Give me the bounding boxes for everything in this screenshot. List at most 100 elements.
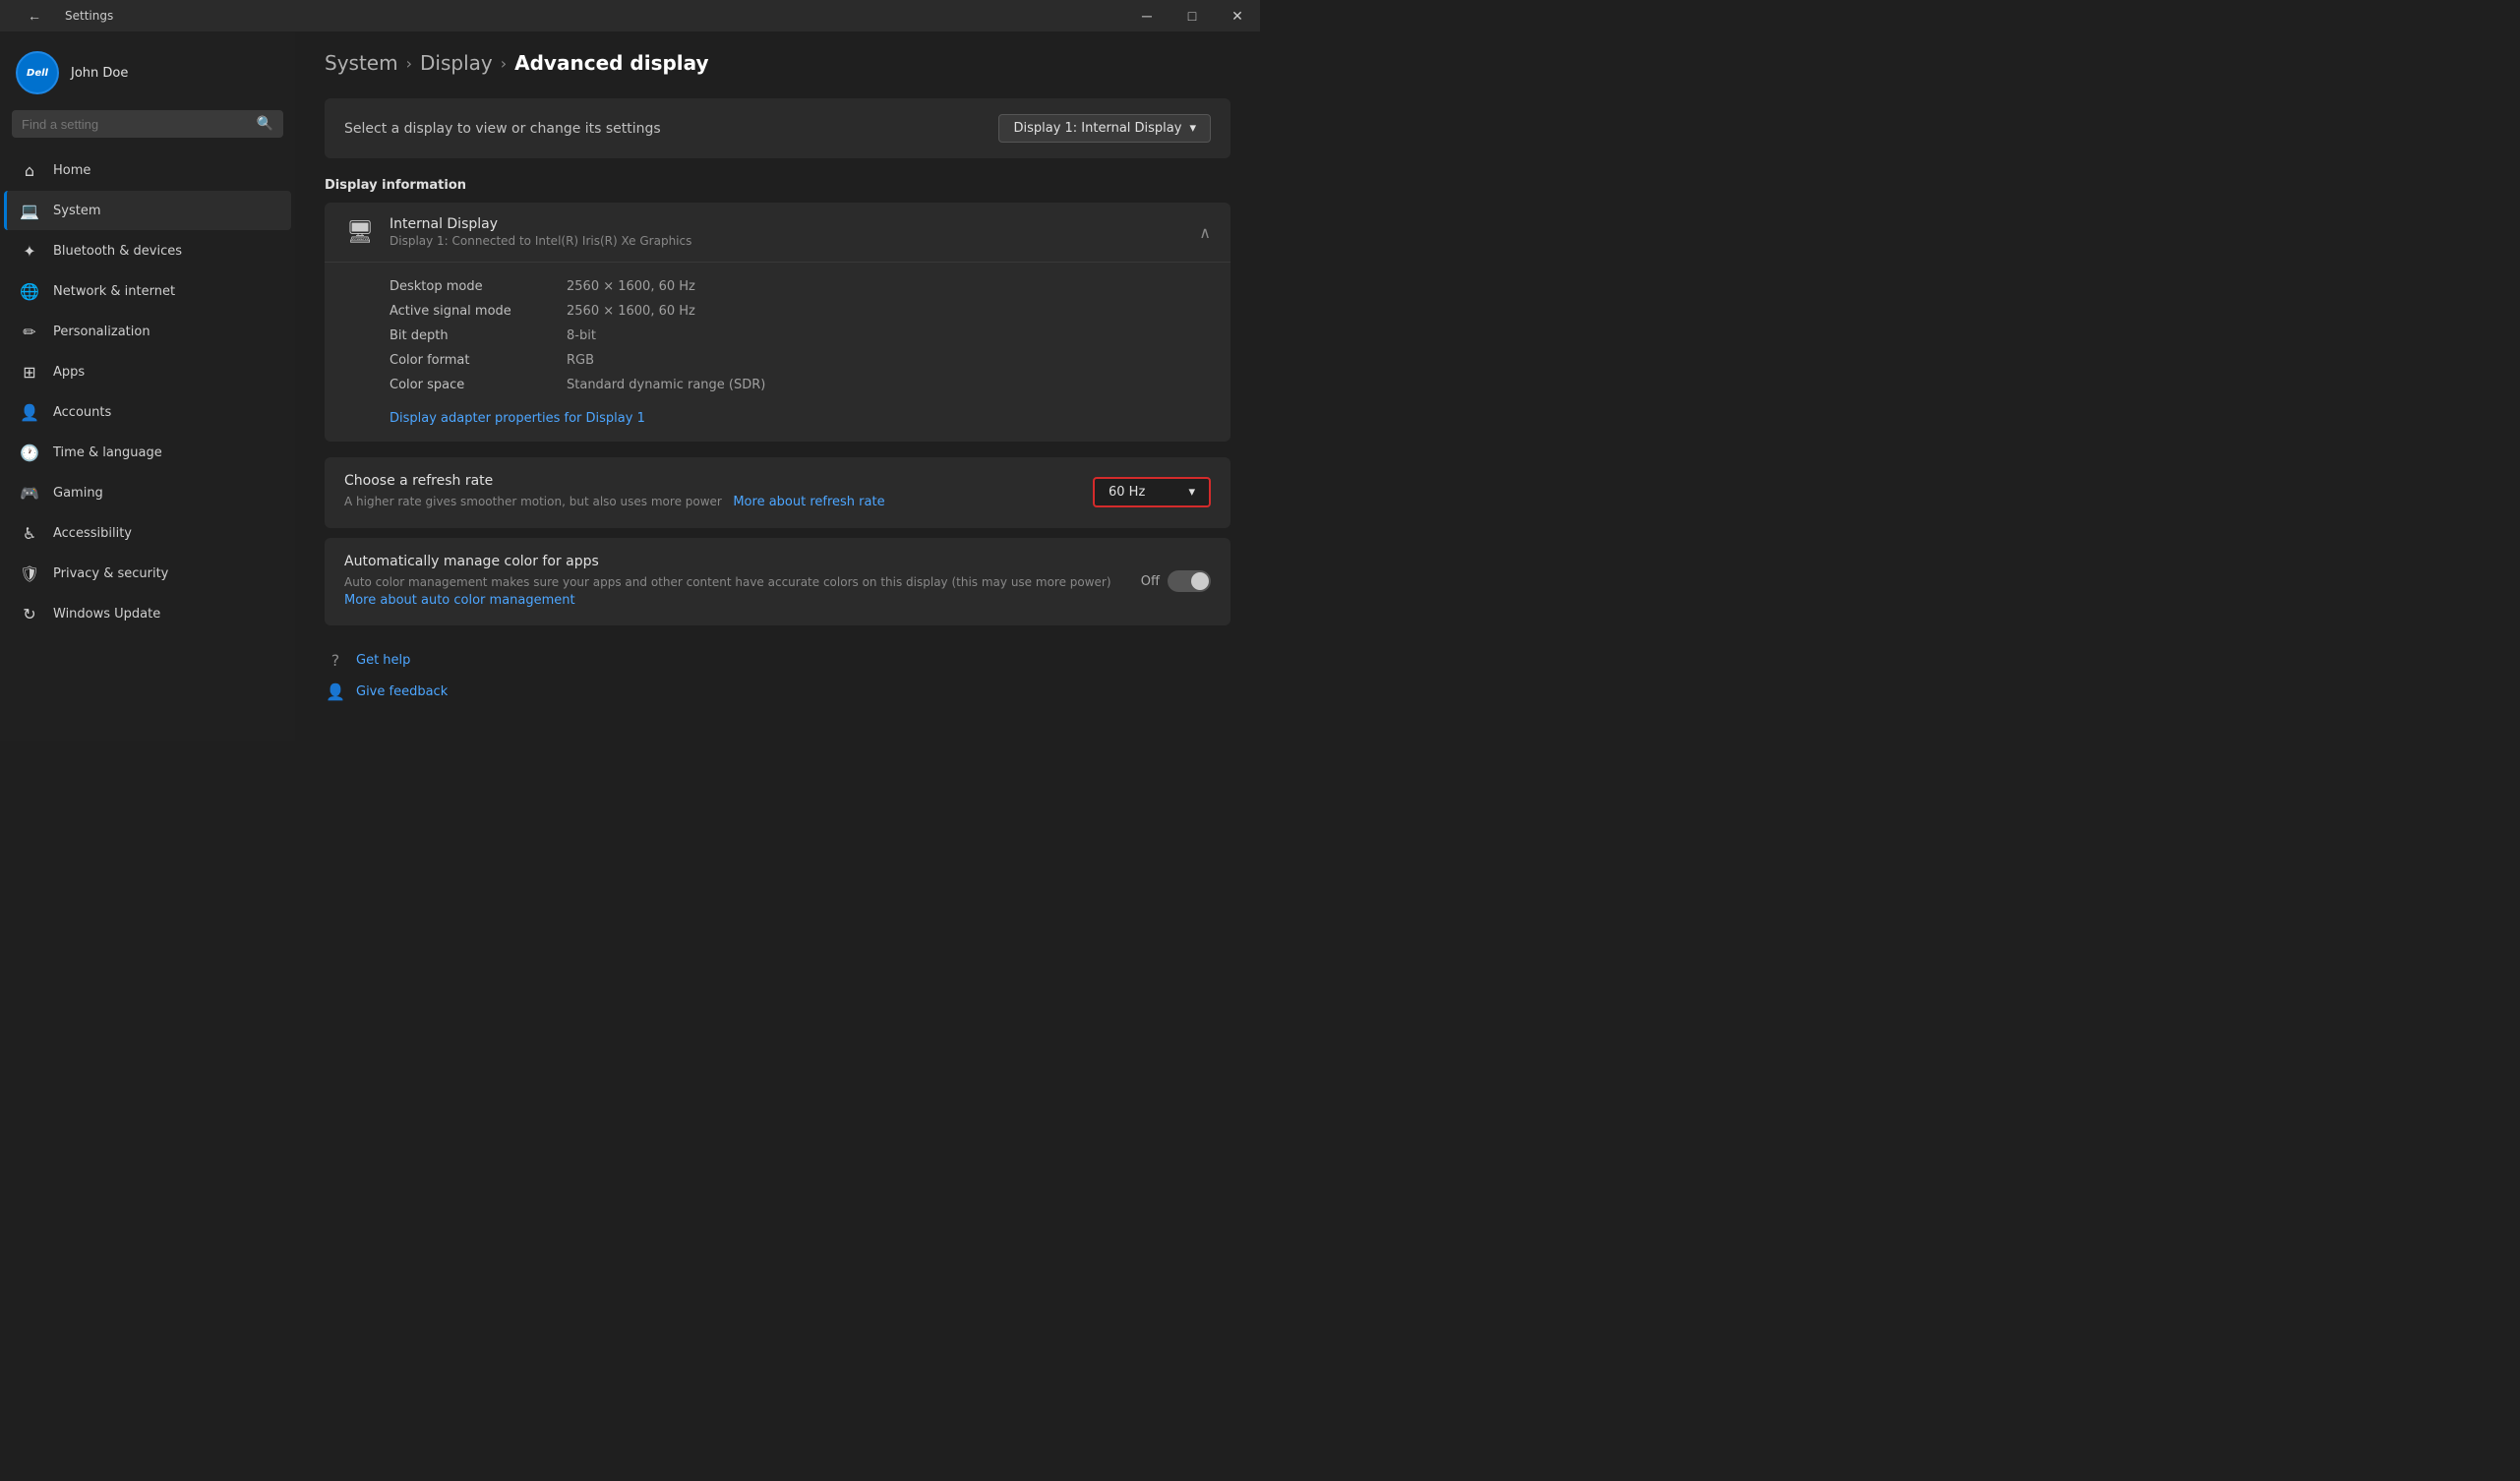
display-dropdown-chevron: ▾ [1189, 121, 1196, 136]
profile-name: John Doe [71, 66, 128, 81]
refresh-rate-chevron: ▾ [1188, 485, 1195, 500]
close-button[interactable]: ✕ [1215, 0, 1260, 31]
apps-icon: ⊞ [20, 362, 39, 382]
personalization-icon: ✏ [20, 322, 39, 341]
sidebar-item-label-gaming: Gaming [53, 486, 103, 501]
refresh-rate-desc: A higher rate gives smoother motion, but… [344, 493, 1073, 512]
breadcrumb-sep-1: › [406, 54, 412, 73]
sidebar-item-label-home: Home [53, 163, 90, 178]
info-row: Color space Standard dynamic range (SDR) [390, 373, 1211, 397]
info-row-key: Bit depth [390, 328, 567, 343]
breadcrumb: System › Display › Advanced display [325, 51, 1230, 75]
titlebar-left: ← Settings [12, 0, 113, 31]
auto-color-title: Automatically manage color for apps [344, 554, 1121, 569]
sidebar-item-network[interactable]: 🌐 Network & internet [4, 271, 291, 311]
monitor-icon: 🖥 [344, 216, 376, 248]
app-title: Settings [65, 9, 113, 23]
info-row-value: 2560 × 1600, 60 Hz [567, 279, 695, 294]
update-icon: ↻ [20, 604, 39, 623]
sidebar-item-label-bluetooth: Bluetooth & devices [53, 244, 182, 259]
sidebar-item-label-accounts: Accounts [53, 405, 111, 420]
display-selected-value: Display 1: Internal Display [1013, 121, 1181, 136]
sidebar-item-privacy[interactable]: 🛡 Privacy & security [4, 554, 291, 593]
search-input[interactable] [22, 117, 249, 132]
app-container: Dell John Doe 🔍 ⌂ Home 💻 System ✦ Blueto… [0, 31, 1260, 740]
get-help-label: Get help [356, 653, 410, 668]
info-row-value: Standard dynamic range (SDR) [567, 378, 765, 392]
adapter-properties-link[interactable]: Display adapter properties for Display 1 [390, 407, 645, 430]
sidebar-item-apps[interactable]: ⊞ Apps [4, 352, 291, 391]
info-card-text: Internal Display Display 1: Connected to… [390, 216, 691, 248]
sidebar-item-gaming[interactable]: 🎮 Gaming [4, 473, 291, 512]
display-selector-label: Select a display to view or change its s… [344, 121, 661, 137]
sidebar-profile: Dell John Doe [0, 31, 295, 110]
sidebar-item-accessibility[interactable]: ♿ Accessibility [4, 513, 291, 553]
titlebar: ← Settings ─ □ ✕ [0, 0, 1260, 31]
breadcrumb-current: Advanced display [514, 51, 708, 75]
auto-color-toggle[interactable] [1168, 570, 1211, 592]
give-feedback-label: Give feedback [356, 684, 448, 699]
info-rows: Desktop mode 2560 × 1600, 60 Hz Active s… [325, 263, 1230, 442]
breadcrumb-sep-2: › [501, 54, 507, 73]
info-card-header-left: 🖥 Internal Display Display 1: Connected … [344, 216, 691, 248]
search-box[interactable]: 🔍 [12, 110, 283, 138]
sidebar-item-bluetooth[interactable]: ✦ Bluetooth & devices [4, 231, 291, 270]
info-row: Color format RGB [390, 348, 1211, 373]
auto-color-link[interactable]: More about auto color management [344, 589, 575, 612]
toggle-knob [1191, 572, 1209, 590]
give-feedback-link[interactable]: 👤 Give feedback [325, 681, 1230, 702]
display-info-card: 🖥 Internal Display Display 1: Connected … [325, 203, 1230, 442]
info-row-key: Desktop mode [390, 279, 567, 294]
sidebar-item-system[interactable]: 💻 System [4, 191, 291, 230]
dell-logo: Dell [20, 55, 55, 90]
sidebar-item-label-time: Time & language [53, 445, 162, 460]
info-row-key: Color space [390, 378, 567, 392]
titlebar-controls: ─ □ ✕ [1124, 0, 1260, 31]
display-name: Internal Display [390, 216, 691, 232]
maximize-button[interactable]: □ [1170, 0, 1215, 31]
info-row-value: RGB [567, 353, 594, 368]
info-row-value: 8-bit [567, 328, 596, 343]
minimize-button[interactable]: ─ [1124, 0, 1170, 31]
refresh-rate-row: Choose a refresh rate A higher rate give… [325, 457, 1230, 528]
give-feedback-icon: 👤 [325, 681, 346, 702]
footer-links: ? Get help 👤 Give feedback [325, 649, 1230, 702]
sidebar-item-time[interactable]: 🕐 Time & language [4, 433, 291, 472]
refresh-rate-link[interactable]: More about refresh rate [733, 491, 884, 513]
refresh-rate-value: 60 Hz [1109, 485, 1145, 500]
display-selector-dropdown[interactable]: Display 1: Internal Display ▾ [998, 114, 1211, 143]
sidebar: Dell John Doe 🔍 ⌂ Home 💻 System ✦ Blueto… [0, 31, 295, 740]
nav-list: ⌂ Home 💻 System ✦ Bluetooth & devices 🌐 … [0, 149, 295, 634]
accessibility-icon: ♿ [20, 523, 39, 543]
sidebar-item-accounts[interactable]: 👤 Accounts [4, 392, 291, 432]
accounts-icon: 👤 [20, 402, 39, 422]
info-row-value: 2560 × 1600, 60 Hz [567, 304, 695, 319]
auto-color-row: Automatically manage color for apps Auto… [325, 538, 1230, 626]
sidebar-item-label-network: Network & internet [53, 284, 175, 299]
sidebar-item-update[interactable]: ↻ Windows Update [4, 594, 291, 633]
get-help-icon: ? [325, 649, 346, 671]
auto-color-left: Automatically manage color for apps Auto… [344, 554, 1121, 611]
auto-color-desc: Auto color management makes sure your ap… [344, 573, 1121, 611]
bluetooth-icon: ✦ [20, 241, 39, 261]
refresh-rate-left: Choose a refresh rate A higher rate give… [344, 473, 1073, 512]
display-info-section-title: Display information [325, 178, 1230, 193]
privacy-icon: 🛡 [20, 563, 39, 583]
system-icon: 💻 [20, 201, 39, 220]
sidebar-item-label-system: System [53, 204, 100, 218]
auto-color-toggle-wrapper: Off [1141, 570, 1211, 592]
back-button[interactable]: ← [12, 0, 57, 31]
display-selector-bar: Select a display to view or change its s… [325, 98, 1230, 158]
gaming-icon: 🎮 [20, 483, 39, 503]
info-row: Active signal mode 2560 × 1600, 60 Hz [390, 299, 1211, 324]
network-icon: 🌐 [20, 281, 39, 301]
sidebar-item-label-update: Windows Update [53, 607, 160, 622]
sidebar-item-personalization[interactable]: ✏ Personalization [4, 312, 291, 351]
get-help-link[interactable]: ? Get help [325, 649, 1230, 671]
collapse-icon[interactable]: ∧ [1199, 223, 1211, 242]
info-row: Bit depth 8-bit [390, 324, 1211, 348]
refresh-rate-dropdown[interactable]: 60 Hz ▾ [1093, 477, 1211, 507]
sidebar-item-home[interactable]: ⌂ Home [4, 150, 291, 190]
info-row-key: Color format [390, 353, 567, 368]
search-icon: 🔍 [257, 116, 273, 132]
